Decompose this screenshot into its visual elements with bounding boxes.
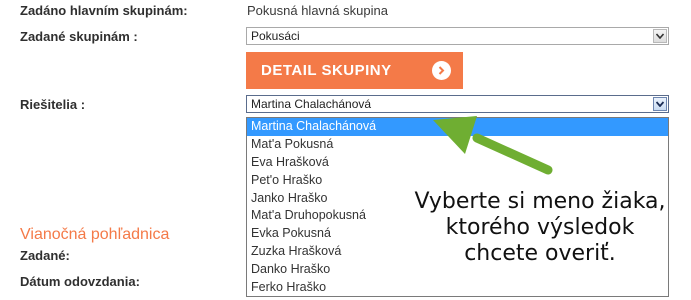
- detail-group-button[interactable]: DETAIL SKUPINY: [246, 52, 463, 89]
- callout-line: ktorého výsledok: [445, 215, 635, 240]
- solvers-label: Riešitelia :: [20, 97, 86, 112]
- groups-select[interactable]: Pokusáci: [246, 27, 669, 45]
- chevron-down-icon[interactable]: [653, 29, 667, 43]
- main-group-label: Zadáno hlavním skupinám:: [20, 3, 188, 18]
- callout-line: chcete overiť.: [464, 241, 616, 266]
- deadline-label: Dátum odovzdania:: [20, 274, 140, 289]
- assigned-label: Zadané:: [20, 248, 70, 263]
- groups-label: Zadané skupinám :: [20, 29, 138, 44]
- solvers-select-value: Martina Chalachánová: [251, 97, 372, 111]
- main-group-value: Pokusná hlavná skupina: [247, 3, 388, 18]
- annotation-arrow-icon: [433, 116, 553, 175]
- section-title: Vianočná pohľadnica: [20, 226, 170, 243]
- instruction-callout: Vyberte si meno žiaka, ktorého výsledok …: [390, 189, 690, 267]
- callout-line: Vyberte si meno žiaka,: [414, 189, 666, 214]
- dropdown-option[interactable]: Ferko Hraško: [247, 279, 668, 297]
- groups-select-value: Pokusáci: [251, 29, 300, 43]
- detail-group-button-label: DETAIL SKUPINY: [261, 62, 392, 79]
- arrow-right-icon: [432, 61, 451, 80]
- chevron-down-icon[interactable]: [653, 97, 667, 111]
